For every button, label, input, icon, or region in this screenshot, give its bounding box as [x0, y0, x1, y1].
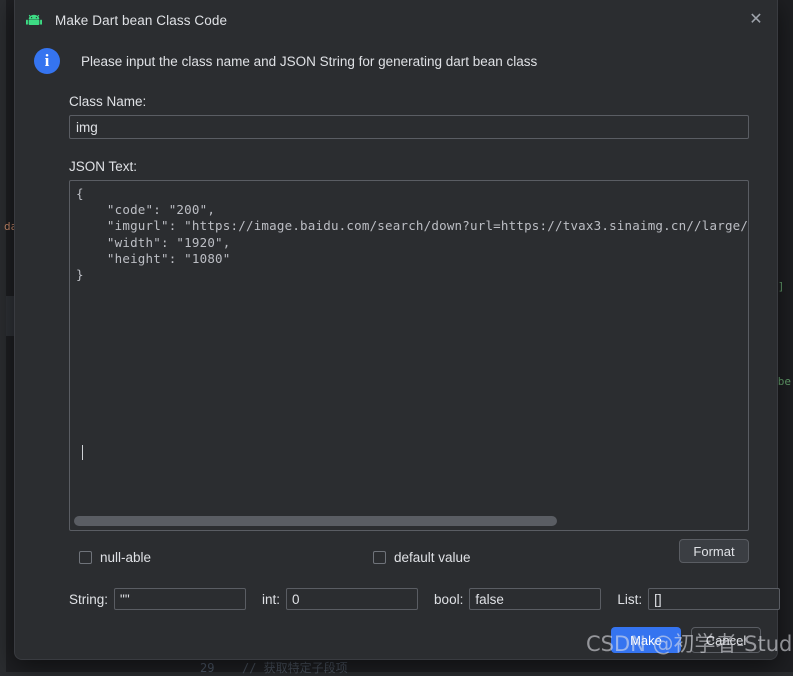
- close-icon[interactable]: ✕: [739, 3, 773, 35]
- bool-default-input[interactable]: [469, 588, 601, 610]
- nullable-checkbox[interactable]: null-able: [79, 550, 151, 565]
- ide-bg-comment-text: // 获取特定子段项: [242, 659, 348, 676]
- class-name-input[interactable]: [69, 115, 749, 139]
- default-value-checkbox-box[interactable]: [373, 551, 386, 564]
- dialog-message-text: Please input the class name and JSON Str…: [81, 54, 537, 69]
- bool-field-label: bool:: [434, 592, 463, 607]
- default-value-checkbox[interactable]: default value: [373, 550, 471, 565]
- json-text-label: JSON Text:: [69, 159, 749, 174]
- text-caret: [82, 445, 83, 460]
- format-button[interactable]: Format: [679, 539, 749, 563]
- ide-bg-line-number: 29: [200, 661, 214, 675]
- nullable-checkbox-label: null-able: [100, 550, 151, 565]
- json-text-area-wrapper[interactable]: { "code": "200", "imgurl": "https://imag…: [69, 180, 749, 531]
- dialog-titlebar: Make Dart bean Class Code ✕: [15, 0, 777, 40]
- int-field-label: int:: [262, 592, 280, 607]
- ide-editor-right-sliver: [781, 0, 793, 672]
- info-icon: i: [34, 48, 60, 74]
- nullable-checkbox-box[interactable]: [79, 551, 92, 564]
- list-default-input[interactable]: [648, 588, 780, 610]
- dialog-footer: Make Cancel: [611, 627, 761, 653]
- ide-bg-code-fragment-right-1: ]: [778, 280, 791, 293]
- int-default-input[interactable]: [286, 588, 418, 610]
- ide-bg-code-fragment-right-2: be: [778, 375, 791, 388]
- json-text-content: { "code": "200", "imgurl": "https://imag…: [76, 186, 748, 283]
- make-button[interactable]: Make: [611, 627, 681, 653]
- json-horizontal-scrollbar-track[interactable]: [72, 518, 746, 528]
- json-horizontal-scrollbar-thumb[interactable]: [74, 516, 557, 526]
- class-name-label: Class Name:: [69, 94, 749, 109]
- android-robot-icon: [25, 12, 43, 28]
- default-value-checkbox-label: default value: [394, 550, 471, 565]
- dialog-form-body: Class Name: JSON Text: { "code": "200", …: [15, 94, 777, 610]
- dialog-message-row: i Please input the class name and JSON S…: [15, 40, 777, 74]
- dialog-title: Make Dart bean Class Code: [55, 13, 227, 28]
- list-field-label: List:: [617, 592, 642, 607]
- cancel-button[interactable]: Cancel: [691, 627, 761, 653]
- type-defaults-row: String: int: bool: List:: [69, 588, 749, 610]
- make-dart-bean-dialog: Make Dart bean Class Code ✕ i Please inp…: [14, 0, 778, 660]
- string-default-input[interactable]: [114, 588, 246, 610]
- options-row: null-able default value Format: [69, 547, 749, 573]
- string-field-label: String:: [69, 592, 108, 607]
